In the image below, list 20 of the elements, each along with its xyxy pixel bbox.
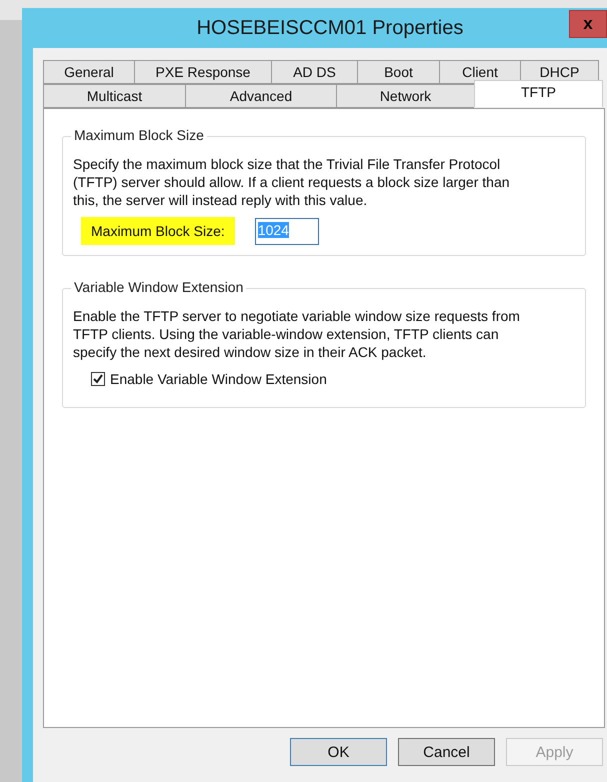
tab[interactable]: AD DS	[271, 60, 357, 84]
tab[interactable]: PXE Response	[134, 60, 271, 84]
group-title: Variable Window Extension	[71, 279, 246, 295]
checkbox-icon[interactable]	[91, 372, 105, 386]
description-text: Enable the TFTP server to negotiate variable window size requests from TFTP clients. Using the variable-window extension, TFTP clients can specify the next desired window size in their ACK packet.	[73, 307, 521, 361]
dialog-button[interactable]: Cancel	[398, 738, 495, 766]
tab[interactable]: Network	[336, 84, 474, 108]
description-text: Specify the maximum block size that the Trivial File Transfer Protocol (TFTP) server should allow. If a client requests a block size larger than this, the server will instead reply with this value.	[73, 155, 511, 209]
tab[interactable]: General	[43, 60, 134, 84]
field-label: Maximum Block Size:	[81, 217, 235, 245]
tab[interactable]: Multicast	[43, 84, 185, 108]
tab[interactable]: TFTP	[474, 80, 603, 107]
close-button[interactable]: x	[569, 10, 607, 38]
tab[interactable]: Advanced	[185, 84, 336, 108]
group-title: Maximum Block Size	[71, 127, 207, 143]
dialog-button[interactable]: OK	[290, 738, 387, 766]
tab[interactable]: Boot	[357, 60, 439, 84]
window-title: HOSEBEISCCM01 Properties	[196, 16, 464, 40]
checkbox[interactable]: Enable Variable Window Extension	[91, 371, 327, 387]
tab[interactable]: Client	[439, 60, 520, 84]
